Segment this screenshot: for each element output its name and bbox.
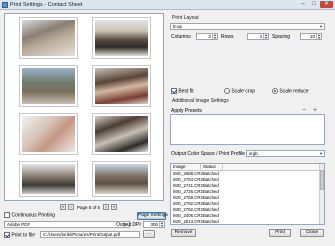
printer-value: Adobe PDF xyxy=(7,222,31,227)
maximize-button[interactable]: □ xyxy=(309,1,319,8)
preview-thumbnail xyxy=(93,18,150,58)
column-header-image[interactable]: Image xyxy=(171,164,201,170)
window-title: Print Settings - Contact Sheet xyxy=(10,2,83,8)
page-settings-button[interactable]: Page Settings xyxy=(137,212,168,220)
rows-value: 4 xyxy=(259,34,262,39)
columns-label: Columns xyxy=(171,34,191,40)
preview-thumbnail xyxy=(20,18,77,58)
continuous-printing-label: Continuous Printing xyxy=(11,212,56,219)
color-space-value: srgb xyxy=(249,151,258,156)
preview-thumbnail xyxy=(93,162,150,196)
presets-list[interactable] xyxy=(170,114,325,145)
spin-arrows-icon[interactable]: ▲ ▼ xyxy=(212,34,217,39)
page-indicator: Page 5 of 5 xyxy=(77,204,101,210)
color-space-label: Output Color Space / Print Profile xyxy=(171,151,245,157)
scale-crop-radio[interactable]: Scale crop xyxy=(224,88,255,94)
scale-crop-label: Scale crop xyxy=(231,88,256,95)
additional-settings-group-label: Additional Image Settings xyxy=(172,98,229,104)
list-header: Image Status xyxy=(171,164,324,171)
output-dpi-label: Output DPI xyxy=(116,222,141,228)
print-preview-area xyxy=(4,13,164,201)
printer-select[interactable]: Adobe PDF ▼ xyxy=(4,221,130,228)
app-icon xyxy=(2,2,8,8)
spacing-value: 10 xyxy=(309,34,315,39)
spacing-label: Spacing xyxy=(272,34,291,40)
scrollbar-thumb[interactable] xyxy=(320,170,324,190)
radio-icon[interactable] xyxy=(224,88,230,94)
spin-arrows-icon[interactable]: ▲ ▼ xyxy=(316,34,321,39)
chevron-down-icon: ▼ xyxy=(319,151,323,156)
vertical-scrollbar[interactable] xyxy=(319,164,324,224)
browse-button[interactable]: ... xyxy=(143,230,155,238)
remove-button[interactable]: Remove xyxy=(171,229,196,237)
last-page-button[interactable]: » xyxy=(111,204,118,210)
best-fit-label: Best fit xyxy=(178,88,194,95)
layout-select-value: 8-up xyxy=(173,24,183,29)
previous-page-button[interactable]: ‹ xyxy=(68,204,74,210)
list-item[interactable]: IMG_2513.CR2 Batched xyxy=(171,219,324,224)
list-rows: IMG_2688.CR2 Batched IMG_2764.CR2 Batched IM… xyxy=(171,171,324,224)
image-list[interactable]: Image Status IMG_2688.CR2 Batched IMG_2764… xyxy=(170,163,325,225)
continuous-printing-checkbox[interactable]: Continuous Printing xyxy=(4,212,55,218)
print-button[interactable]: Print xyxy=(269,229,291,237)
image-status: Batched xyxy=(203,219,219,224)
close-window-button[interactable]: ✕ xyxy=(320,1,333,8)
scale-reduce-label: Scale reduce xyxy=(279,88,309,95)
scale-reduce-radio[interactable]: Scale reduce xyxy=(272,88,309,94)
column-header-status[interactable]: Status xyxy=(201,164,223,170)
columns-spinbox[interactable]: 2 ▲ ▼ xyxy=(196,33,218,40)
columns-value: 2 xyxy=(208,34,211,39)
print-to-file-label: Print to file xyxy=(11,232,36,239)
color-space-select[interactable]: srgb ▼ xyxy=(246,150,325,157)
radio-selected-icon[interactable] xyxy=(272,88,278,94)
output-dpi-spinbox[interactable]: 300 ▲ ▼ xyxy=(143,221,165,228)
close-button[interactable]: Close xyxy=(300,229,324,237)
layout-select[interactable]: 8-up ▼ xyxy=(170,23,325,30)
image-filename: IMG_2513.CR2 xyxy=(173,219,203,224)
rows-label: Rows xyxy=(221,34,234,40)
preview-thumbnail xyxy=(93,66,150,106)
spacing-spinbox[interactable]: 10 ▲ ▼ xyxy=(300,33,322,40)
checkbox-icon[interactable] xyxy=(4,212,10,218)
spin-arrows-icon[interactable]: ▲ ▼ xyxy=(263,34,268,39)
chevron-down-icon: ▼ xyxy=(319,24,323,29)
checkbox-checked-icon[interactable] xyxy=(171,88,177,94)
preview-thumbnail xyxy=(93,114,150,154)
preview-thumbnail xyxy=(20,162,77,196)
print-layout-group-label: Print Layout xyxy=(172,15,199,21)
spin-arrows-icon[interactable]: ▲ ▼ xyxy=(159,222,164,227)
checkbox-checked-icon[interactable] xyxy=(4,232,10,238)
best-fit-checkbox[interactable]: Best fit xyxy=(171,88,194,94)
preview-thumbnail xyxy=(20,66,77,106)
rows-spinbox[interactable]: 4 ▲ ▼ xyxy=(247,33,269,40)
title-bar: Print Settings - Contact Sheet – □ ✕ xyxy=(0,0,335,10)
output-dpi-value: 300 xyxy=(150,222,158,227)
print-to-file-checkbox[interactable]: Print to file xyxy=(4,232,35,238)
minimize-button[interactable]: – xyxy=(298,1,308,8)
preview-thumbnail xyxy=(20,114,77,154)
page-navigator: « ‹ Page 5 of 5 › » xyxy=(60,203,118,211)
next-page-button[interactable]: › xyxy=(103,204,110,210)
output-file-path-field[interactable]: C:/Users/loriki/Pictures/PrintOutput.pdf xyxy=(40,231,140,238)
first-page-button[interactable]: « xyxy=(60,204,66,210)
